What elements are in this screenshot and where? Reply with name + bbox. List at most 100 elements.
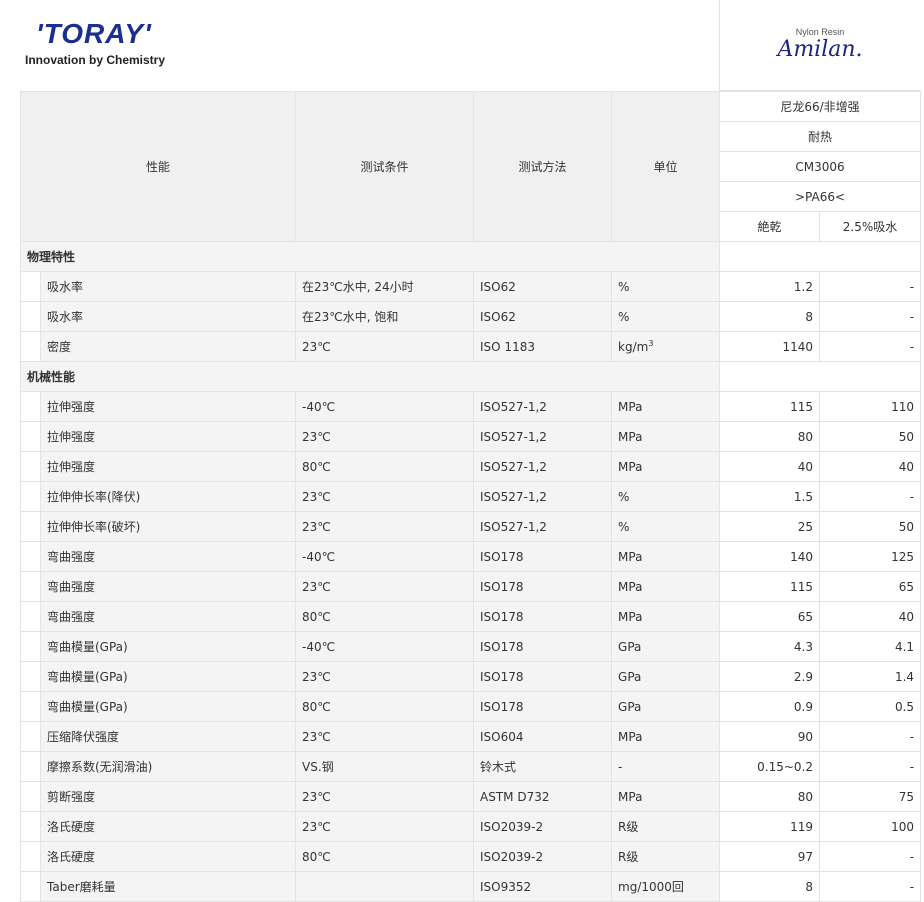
header-unit: 单位 bbox=[611, 91, 721, 242]
condition-cell: 80℃ bbox=[295, 841, 475, 872]
grade-feature: 耐热 bbox=[719, 121, 922, 152]
dry-value: 0.9 bbox=[719, 691, 821, 722]
row-indent bbox=[20, 451, 41, 482]
unit-cell: GPa bbox=[611, 691, 721, 722]
wet-value: 4.1 bbox=[819, 631, 922, 662]
row-indent bbox=[20, 331, 41, 362]
dry-value: 1.5 bbox=[719, 481, 821, 512]
table-row: 摩擦系数(无润滑油) VS.钢 铃木式 -0.15~0.2- bbox=[20, 751, 922, 782]
property-cell: 剪断强度 bbox=[39, 781, 297, 812]
property-cell: 洛氏硬度 bbox=[39, 811, 297, 842]
condition-cell: 23℃ bbox=[295, 421, 475, 452]
condition-cell bbox=[295, 871, 475, 902]
condition-cell: -40℃ bbox=[295, 541, 475, 572]
condition-cell: -40℃ bbox=[295, 631, 475, 662]
wet-value: 75 bbox=[819, 781, 922, 812]
property-cell: 弯曲强度 bbox=[39, 541, 297, 572]
wet-value: - bbox=[819, 841, 922, 872]
wet-value: 1.4 bbox=[819, 661, 922, 692]
unit-text: GPa bbox=[618, 669, 642, 684]
section-header-row: 物理特性 bbox=[19, 241, 922, 272]
unit-superscript: 3 bbox=[648, 339, 654, 348]
unit-text: R级 bbox=[618, 820, 639, 834]
dry-value: 4.3 bbox=[719, 631, 821, 662]
row-indent bbox=[20, 271, 41, 302]
unit-cell: MPa bbox=[611, 601, 721, 632]
property-cell: 弯曲模量(GPa) bbox=[39, 661, 297, 692]
condition-cell: 23℃ bbox=[295, 481, 475, 512]
table-row: 弯曲强度 23℃ ISO178 MPa 115 65 bbox=[20, 571, 922, 602]
dry-value: 80 bbox=[719, 781, 821, 812]
property-cell: 弯曲模量(GPa) bbox=[39, 631, 297, 662]
dry-value: 1140 bbox=[719, 331, 821, 362]
product-name-logo: Amilan. bbox=[777, 37, 863, 62]
property-cell: 吸水率 bbox=[39, 271, 297, 302]
product-line-label: Nylon Resin bbox=[795, 27, 845, 37]
section-title: 机械性能 bbox=[19, 361, 721, 392]
toray-tagline: Innovation by Chemistry bbox=[25, 53, 166, 67]
state-wet: 2.5%吸水 bbox=[819, 211, 922, 242]
row-indent bbox=[20, 511, 41, 542]
method-cell: ISO178 bbox=[473, 661, 613, 692]
row-indent bbox=[20, 661, 41, 692]
toray-wordmark: 'TORAY' bbox=[36, 18, 152, 49]
row-indent bbox=[20, 541, 41, 572]
unit-text: MPa bbox=[618, 729, 643, 744]
dry-value: 0.15~0.2 bbox=[719, 751, 821, 782]
header-row-1: 性能 测试条件 测试方法 单位 尼龙66/非增强 bbox=[19, 91, 922, 242]
unit-cell: GPa bbox=[611, 631, 721, 662]
condition-cell: 23℃ bbox=[295, 811, 475, 842]
dry-value: 140 bbox=[719, 541, 821, 572]
grade-code: CM3006 bbox=[719, 151, 922, 182]
dry-value: 2.9 bbox=[719, 661, 821, 692]
wet-value: - bbox=[819, 721, 922, 752]
wet-value: 0.5 bbox=[819, 691, 922, 722]
wet-value: 110 bbox=[819, 391, 922, 422]
dry-value: 40 bbox=[719, 451, 821, 482]
table-row: 密度 23℃ ISO 1183 kg/m3 1140- bbox=[20, 331, 922, 362]
table-row: 拉伸伸长率(降伏) 23℃ ISO527-1,2% 1.5- bbox=[20, 481, 922, 512]
property-cell: 吸水率 bbox=[39, 301, 297, 332]
unit-cell: MPa bbox=[611, 541, 721, 572]
method-cell: ISO527-1,2 bbox=[473, 511, 613, 542]
unit-cell: R级 bbox=[611, 841, 721, 872]
table-row: 弯曲强度 -40℃ ISO178 MPa 140 125 bbox=[20, 541, 922, 572]
condition-cell: 23℃ bbox=[295, 331, 475, 362]
method-cell: ISO178 bbox=[473, 601, 613, 632]
unit-cell: % bbox=[611, 301, 721, 332]
grade-type: 尼龙66/非增强 bbox=[719, 91, 922, 122]
row-indent bbox=[20, 391, 41, 422]
wet-value: - bbox=[819, 751, 922, 782]
dry-value: 115 bbox=[719, 391, 821, 422]
property-cell: 弯曲强度 bbox=[39, 571, 297, 602]
unit-text: kg/m bbox=[618, 340, 649, 354]
method-cell: ISO178 bbox=[473, 541, 613, 572]
row-indent bbox=[20, 481, 41, 512]
method-cell: ISO527-1,2 bbox=[473, 421, 613, 452]
dry-value: 97 bbox=[719, 841, 821, 872]
unit-text: % bbox=[618, 489, 630, 504]
wet-value: - bbox=[819, 871, 922, 902]
property-cell: 拉伸伸长率(降伏) bbox=[39, 481, 297, 512]
unit-text: MPa bbox=[618, 399, 643, 414]
condition-cell: 23℃ bbox=[295, 661, 475, 692]
method-cell: ISO527-1,2 bbox=[473, 391, 613, 422]
grade-marking: >PA66< bbox=[719, 181, 922, 212]
wet-value: 40 bbox=[819, 601, 922, 632]
header-method: 测试方法 bbox=[473, 91, 613, 242]
header-property: 性能 bbox=[19, 91, 297, 242]
row-indent bbox=[20, 691, 41, 722]
row-indent bbox=[20, 841, 41, 872]
property-cell: 密度 bbox=[39, 331, 297, 362]
unit-cell: MPa bbox=[611, 781, 721, 812]
condition-cell: 80℃ bbox=[295, 691, 475, 722]
table-row: 压缩降伏强度 23℃ ISO604 MPa 90- bbox=[20, 721, 922, 752]
property-cell: 拉伸强度 bbox=[39, 391, 297, 422]
unit-cell: - bbox=[611, 751, 721, 782]
property-cell: 弯曲模量(GPa) bbox=[39, 691, 297, 722]
unit-text: - bbox=[618, 759, 623, 774]
condition-cell: 23℃ bbox=[295, 571, 475, 602]
unit-cell: R级 bbox=[611, 811, 721, 842]
unit-cell: MPa bbox=[611, 571, 721, 602]
section-filler bbox=[719, 241, 922, 272]
